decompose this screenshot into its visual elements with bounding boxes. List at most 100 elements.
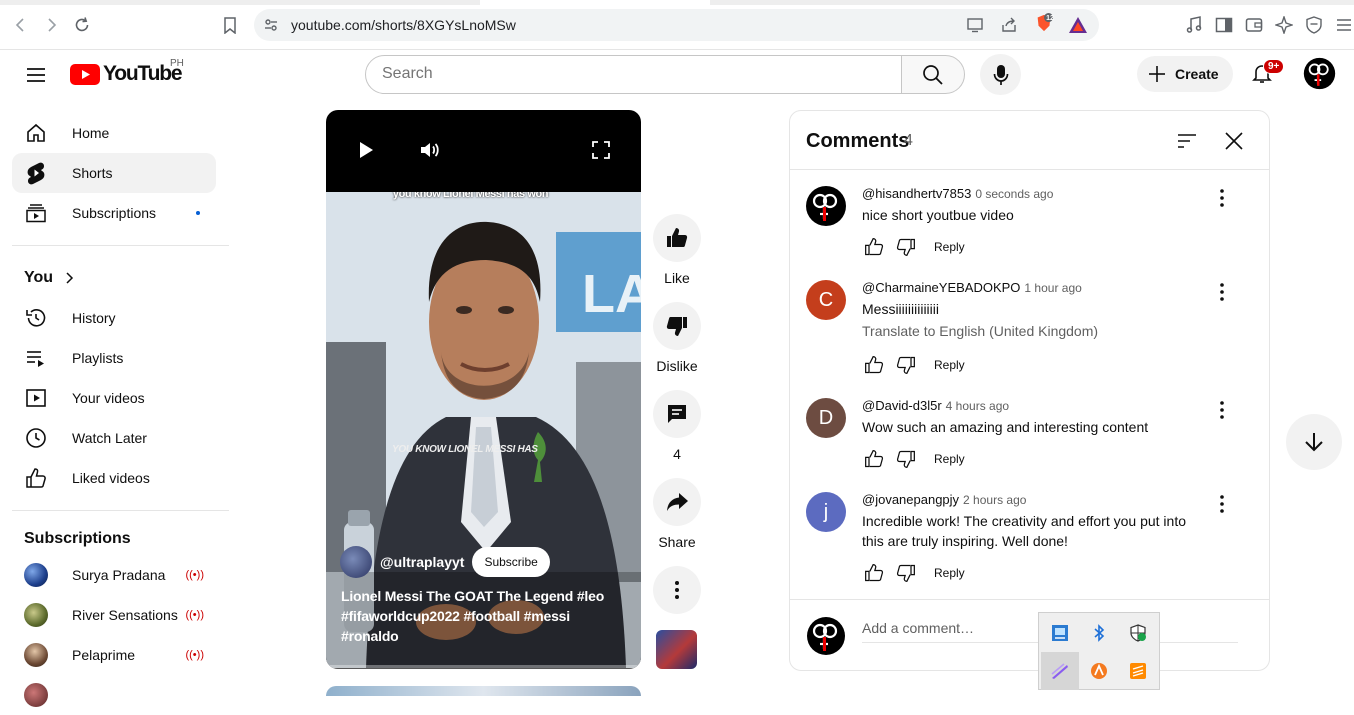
- thumbs-down-icon[interactable]: [890, 561, 922, 585]
- thumbs-up-icon[interactable]: [858, 447, 890, 471]
- comment-author[interactable]: @jovanepangpjy: [862, 492, 959, 507]
- share-button[interactable]: [653, 478, 701, 526]
- sidebar-item-label: Home: [72, 125, 110, 141]
- bookmark-icon[interactable]: [219, 14, 241, 36]
- sidebar-item-you[interactable]: You: [12, 258, 216, 298]
- comment-time[interactable]: 0 seconds ago: [975, 187, 1053, 201]
- thumbs-up-icon[interactable]: [858, 235, 890, 259]
- back-icon[interactable]: [10, 14, 32, 36]
- sidebar-toggle-icon[interactable]: [1213, 14, 1235, 36]
- translate-link[interactable]: Translate to English (United Kingdom): [862, 323, 1098, 339]
- thumbs-up-icon[interactable]: [858, 353, 890, 377]
- like-button[interactable]: [653, 214, 701, 262]
- create-button[interactable]: Create: [1137, 56, 1233, 92]
- next-short-preview[interactable]: [326, 686, 641, 696]
- network-monitor-icon[interactable]: [1041, 614, 1079, 652]
- search-box[interactable]: [365, 55, 902, 94]
- subscription-channel[interactable]: Surya Pradana ((•)): [12, 555, 216, 595]
- more-options-button[interactable]: [653, 566, 701, 614]
- commenter-avatar[interactable]: C: [806, 280, 846, 320]
- vpn-shield-icon[interactable]: [1303, 14, 1325, 36]
- comment-time[interactable]: 4 hours ago: [946, 399, 1009, 413]
- play-icon[interactable]: [354, 138, 378, 162]
- url-text[interactable]: youtube.com/shorts/8XGYsLnoMSw: [291, 17, 516, 33]
- site-settings-icon[interactable]: [263, 17, 279, 33]
- forward-icon[interactable]: [40, 14, 62, 36]
- comment-author[interactable]: @CharmaineYEBADOKPO: [862, 280, 1020, 295]
- security-shield-icon[interactable]: [1119, 614, 1157, 652]
- active-tab[interactable]: [480, 0, 710, 5]
- reply-button[interactable]: Reply: [934, 240, 965, 254]
- sidebar-item-your-videos[interactable]: Your videos: [12, 378, 216, 418]
- sublime-app-icon[interactable]: [1119, 652, 1157, 690]
- subscription-channel[interactable]: River Sensations ((•)): [12, 595, 216, 635]
- dislike-action[interactable]: Dislike: [653, 302, 701, 374]
- sidebar-item-playlists[interactable]: Playlists: [12, 338, 216, 378]
- wallet-icon[interactable]: [1243, 14, 1265, 36]
- kebab-menu-icon[interactable]: [1210, 398, 1234, 422]
- brave-rewards-icon[interactable]: [1068, 16, 1088, 34]
- media-icon[interactable]: [1183, 14, 1205, 36]
- account-avatar[interactable]: [1303, 57, 1336, 90]
- subscription-channel[interactable]: Pelaprime ((•)): [12, 635, 216, 675]
- hamburger-menu-icon[interactable]: [24, 63, 48, 87]
- search-input[interactable]: [382, 65, 862, 83]
- fullscreen-icon[interactable]: [589, 138, 613, 162]
- commenter-avatar[interactable]: [806, 186, 846, 226]
- comments-action[interactable]: 4: [653, 390, 701, 462]
- search-button[interactable]: [901, 55, 965, 94]
- voice-search-button[interactable]: [980, 54, 1021, 95]
- thumbs-down-icon[interactable]: [890, 235, 922, 259]
- sidebar-item-shorts[interactable]: Shorts: [12, 153, 216, 193]
- sort-icon[interactable]: [1175, 129, 1199, 153]
- sidebar-item-history[interactable]: History: [12, 298, 216, 338]
- thumbs-down-icon[interactable]: [890, 447, 922, 471]
- comment-time[interactable]: 1 hour ago: [1024, 281, 1081, 295]
- reply-button[interactable]: Reply: [934, 452, 965, 466]
- kebab-menu-icon[interactable]: [1210, 186, 1234, 210]
- commenter-avatar[interactable]: D: [806, 398, 846, 438]
- thumbs-up-icon[interactable]: [858, 561, 890, 585]
- share-action[interactable]: Share: [653, 478, 701, 550]
- address-bar[interactable]: youtube.com/shorts/8XGYsLnoMSw 12: [254, 9, 1099, 41]
- volume-icon[interactable]: [418, 138, 442, 162]
- comment-author[interactable]: @hisandhertv7853: [862, 186, 971, 201]
- brave-shield-icon[interactable]: 12: [1034, 13, 1054, 32]
- shorts-player[interactable]: LA you know Lionel Messi has won YOU KNO…: [326, 110, 641, 669]
- comment-author[interactable]: @David-d3l5r: [862, 398, 942, 413]
- cast-icon[interactable]: [965, 16, 985, 34]
- sidebar-item-home[interactable]: Home: [12, 113, 216, 153]
- short-title[interactable]: Lionel Messi The GOAT The Legend #leo #f…: [341, 586, 631, 646]
- share-page-icon[interactable]: [999, 16, 1019, 34]
- sidebar-item-watch-later[interactable]: Watch Later: [12, 418, 216, 458]
- kebab-menu-icon[interactable]: [1210, 280, 1234, 304]
- avast-icon[interactable]: [1080, 652, 1118, 690]
- bluetooth-icon[interactable]: [1080, 614, 1118, 652]
- more-action[interactable]: [653, 566, 701, 614]
- leo-ai-icon[interactable]: [1273, 14, 1295, 36]
- channel-handle[interactable]: @ultraplayyt: [380, 554, 464, 570]
- sidebar-item-liked-videos[interactable]: Liked videos: [12, 458, 216, 498]
- comments-button[interactable]: [653, 390, 701, 438]
- reload-icon[interactable]: [71, 14, 93, 36]
- thumbs-down-icon[interactable]: [890, 353, 922, 377]
- progress-bar[interactable]: [326, 665, 641, 669]
- sound-thumbnail[interactable]: [656, 630, 697, 669]
- youtube-logo[interactable]: YouTube PH: [70, 58, 184, 87]
- browser-menu-icon[interactable]: [1333, 14, 1354, 36]
- reply-button[interactable]: Reply: [934, 566, 965, 580]
- kebab-menu-icon[interactable]: [1210, 492, 1234, 516]
- notifications-button[interactable]: 9+: [1250, 59, 1285, 87]
- subscription-channel[interactable]: [12, 675, 216, 715]
- dislike-button[interactable]: [653, 302, 701, 350]
- channel-avatar[interactable]: [340, 546, 372, 578]
- commenter-avatar[interactable]: j: [806, 492, 846, 532]
- subscribe-button[interactable]: Subscribe: [472, 547, 550, 577]
- like-action[interactable]: Like: [653, 214, 701, 286]
- next-short-button[interactable]: [1286, 414, 1342, 470]
- reply-button[interactable]: Reply: [934, 358, 965, 372]
- pen-tool-icon[interactable]: [1041, 652, 1079, 690]
- close-icon[interactable]: [1222, 129, 1246, 153]
- comment-time[interactable]: 2 hours ago: [963, 493, 1026, 507]
- sidebar-item-subscriptions[interactable]: Subscriptions: [12, 193, 216, 233]
